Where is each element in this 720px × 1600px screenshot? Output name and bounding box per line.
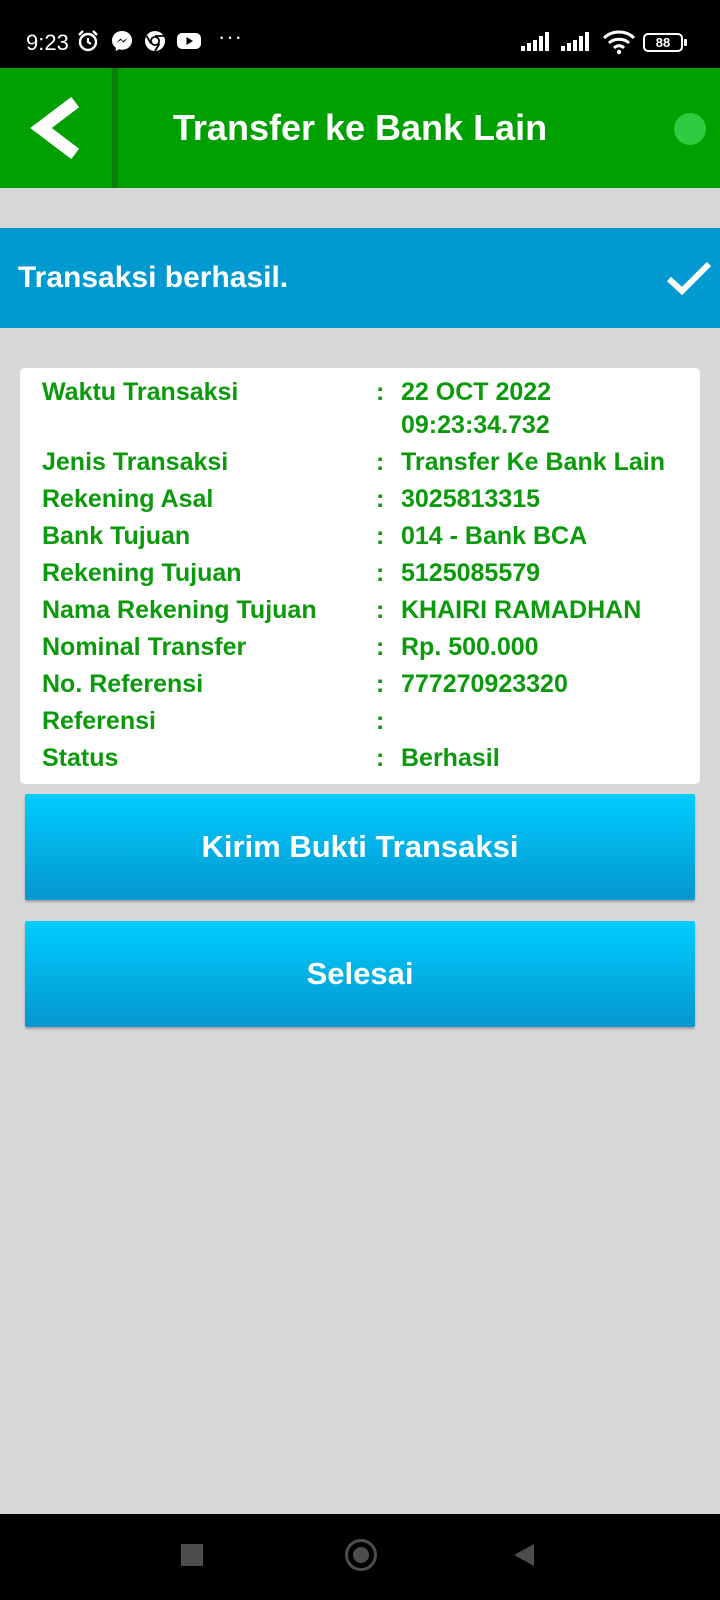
detail-label: No. Referensi — [42, 670, 204, 698]
recents-icon[interactable] — [181, 1544, 203, 1566]
detail-separator: : — [376, 744, 385, 772]
detail-value: 014 - Bank BCA — [401, 522, 588, 550]
detail-separator: : — [376, 378, 385, 406]
messenger-icon — [112, 31, 132, 51]
status-time: 9:23 — [26, 30, 69, 55]
page-title: Transfer ke Bank Lain — [172, 107, 548, 148]
back-button[interactable] — [0, 68, 112, 188]
detail-label: Bank Tujuan — [42, 522, 191, 550]
battery-icon: 88 — [643, 33, 687, 52]
detail-separator: : — [376, 596, 385, 624]
detail-separator: : — [376, 559, 385, 587]
detail-value: 5125085579 — [401, 559, 541, 587]
success-banner: Transaksi berhasil. — [0, 228, 720, 328]
chrome-icon — [145, 31, 165, 52]
detail-value: Rp. 500.000 — [401, 633, 539, 661]
detail-value: 777270923320 — [401, 670, 568, 698]
detail-separator: : — [376, 485, 385, 513]
done-button[interactable]: Selesai — [25, 921, 695, 1027]
back-icon[interactable] — [512, 1542, 536, 1568]
send-proof-button[interactable]: Kirim Bukti Transaksi — [25, 794, 695, 900]
status-bar: 9:23 ··· 88 — [0, 0, 720, 68]
detail-value: KHAIRI RAMADHAN — [401, 596, 642, 624]
alarm-icon — [78, 30, 98, 52]
detail-label: Waktu Transaksi — [42, 378, 239, 406]
success-message: Transaksi berhasil. — [18, 261, 289, 294]
chevron-left-icon — [30, 96, 80, 160]
detail-label: Rekening Tujuan — [42, 559, 242, 587]
more-icon: ··· — [218, 24, 243, 49]
detail-label: Nominal Transfer — [42, 633, 247, 661]
youtube-icon — [177, 33, 201, 49]
detail-value: Berhasil — [401, 744, 500, 772]
detail-value: Transfer Ke Bank Lain — [401, 448, 665, 476]
detail-value: 3025813315 — [401, 485, 541, 513]
detail-label: Jenis Transaksi — [42, 448, 229, 476]
detail-separator: : — [376, 670, 385, 698]
status-indicator — [674, 113, 706, 145]
system-nav-bar — [0, 1514, 720, 1600]
detail-label: Rekening Asal — [42, 485, 214, 513]
detail-label: Status — [42, 744, 119, 772]
check-icon — [666, 261, 712, 296]
signal-icon — [561, 32, 589, 51]
signal-icon — [521, 32, 549, 51]
wifi-icon — [602, 30, 636, 55]
home-icon[interactable] — [345, 1539, 377, 1571]
detail-separator: : — [376, 448, 385, 476]
detail-label: Nama Rekening Tujuan — [42, 596, 317, 624]
detail-separator: : — [376, 522, 385, 550]
detail-separator: : — [376, 707, 385, 735]
detail-separator: : — [376, 633, 385, 661]
transaction-details-card: Waktu Transaksi : 22 OCT 2022 09:23:34.7… — [20, 368, 700, 784]
detail-label: Referensi — [42, 707, 156, 735]
detail-value: 22 OCT 2022 09:23:34.732 — [401, 378, 552, 439]
app-header: Transfer ke Bank Lain — [0, 68, 720, 188]
